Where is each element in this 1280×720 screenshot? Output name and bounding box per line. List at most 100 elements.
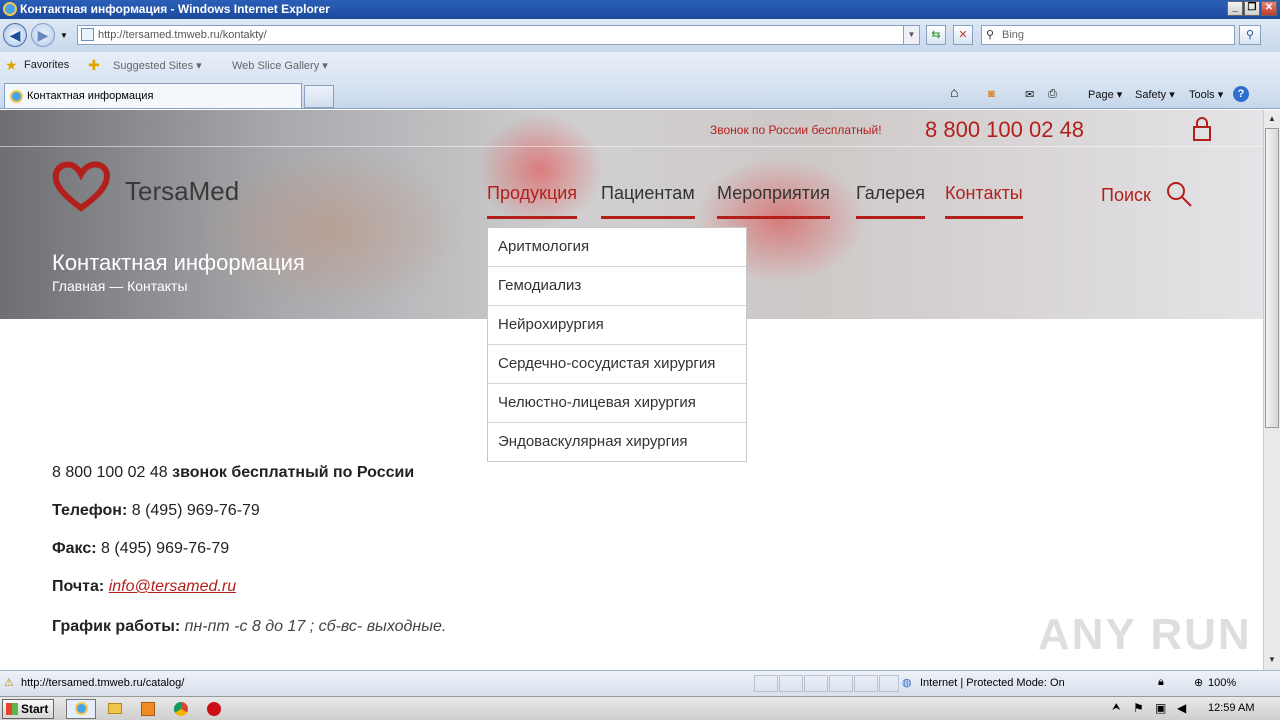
add-favorite-icon[interactable]: ✚ bbox=[88, 57, 100, 74]
status-url: http://tersamed.tmweb.ru/catalog/ bbox=[21, 677, 185, 689]
start-label: Start bbox=[21, 702, 49, 716]
taskbar-explorer-icon[interactable] bbox=[104, 699, 126, 719]
address-toolbar: ◀ ▶ ▼ http://tersamed.tmweb.ru/kontakty/… bbox=[0, 19, 1280, 52]
taskbar-chrome-icon[interactable] bbox=[170, 699, 192, 719]
back-button[interactable]: ◀ bbox=[3, 23, 27, 47]
taskbar-opera-icon[interactable] bbox=[203, 699, 225, 719]
search-input[interactable]: ⚲ Bing bbox=[981, 25, 1235, 45]
address-bar[interactable]: http://tersamed.tmweb.ru/kontakty/ ▼ bbox=[77, 25, 920, 45]
contact-hours: График работы: пн-пт -с 8 до 17 ; сб-вс-… bbox=[52, 618, 446, 636]
page-title: Контактная информация bbox=[52, 250, 305, 275]
dropdown-item-neurosurgery[interactable]: Нейрохирургия bbox=[488, 306, 746, 345]
zoom-icon: ⊕ bbox=[1194, 677, 1204, 689]
status-segment bbox=[804, 675, 828, 692]
dropdown-item-arrhythmology[interactable]: Аритмология bbox=[488, 228, 746, 267]
logo-heart-icon[interactable] bbox=[52, 160, 110, 212]
taskbar-media-icon[interactable] bbox=[137, 699, 159, 719]
contact-phone: Телефон: 8 (495) 969-76-79 bbox=[52, 502, 260, 520]
hours-value: пн-пт -с 8 до 17 ; сб-вс- выходные. bbox=[184, 618, 447, 635]
ie-logo-icon bbox=[3, 2, 17, 16]
contact-free-phone: 8 800 100 02 48 звонок бесплатный по Рос… bbox=[52, 464, 414, 482]
favorites-star-icon: ★ bbox=[5, 57, 18, 73]
nav-products[interactable]: Продукция bbox=[487, 183, 578, 219]
watermark-logo: ANY RUN bbox=[1038, 610, 1252, 659]
tray-volume-icon[interactable]: ◀ bbox=[1177, 701, 1186, 715]
phone-value: 8 (495) 969-76-79 bbox=[131, 502, 260, 519]
tray-expand-icon[interactable]: ⮝ bbox=[1112, 702, 1121, 713]
header-phone[interactable]: 8 800 100 02 48 bbox=[925, 117, 1084, 143]
search-link[interactable]: Поиск bbox=[1101, 185, 1151, 206]
close-window-button[interactable]: ✕ bbox=[1261, 1, 1277, 16]
feeds-icon[interactable]: ◙ bbox=[988, 88, 995, 100]
search-go-button[interactable]: ⚲ bbox=[1239, 25, 1261, 45]
lock-icon[interactable] bbox=[1192, 116, 1212, 142]
phone-label: Телефон: bbox=[52, 502, 128, 519]
scroll-down-icon[interactable]: ▼ bbox=[1265, 652, 1279, 668]
tools-menu[interactable]: Tools ▾ bbox=[1189, 88, 1223, 101]
security-zone[interactable]: Internet | Protected Mode: On bbox=[920, 677, 1065, 689]
dropdown-item-maxillofacial[interactable]: Челюстно-лицевая хирургия bbox=[488, 384, 746, 423]
nav-contacts[interactable]: Контакты bbox=[945, 183, 1023, 219]
dropdown-item-hemodialysis[interactable]: Гемодиализ bbox=[488, 267, 746, 306]
print-icon[interactable]: ⎙ bbox=[1048, 88, 1057, 101]
contact-email: Почта: info@tersamed.ru bbox=[52, 578, 236, 596]
history-dropdown-icon[interactable]: ▼ bbox=[60, 31, 68, 40]
page-menu[interactable]: Page ▾ bbox=[1088, 88, 1122, 101]
tray-network-icon[interactable]: ▣ bbox=[1155, 701, 1166, 715]
dropdown-item-cardiovascular[interactable]: Сердечно-сосудистая хирургия bbox=[488, 345, 746, 384]
products-dropdown: Аритмология Гемодиализ Нейрохирургия Сер… bbox=[487, 227, 747, 462]
start-button[interactable]: Start bbox=[2, 699, 54, 719]
dropdown-item-endovascular[interactable]: Эндоваскулярная хирургия bbox=[488, 423, 746, 461]
search-icon[interactable] bbox=[1165, 180, 1193, 208]
scroll-up-icon[interactable]: ▲ bbox=[1265, 111, 1279, 127]
system-clock[interactable]: 12:59 AM bbox=[1208, 702, 1254, 714]
logo-text[interactable]: TersaMed bbox=[125, 176, 239, 207]
read-mail-icon[interactable]: ✉ bbox=[1025, 88, 1034, 101]
refresh-button[interactable]: ⇆ bbox=[926, 25, 946, 45]
free-call-label: Звонок по России бесплатный! bbox=[710, 123, 882, 137]
tab-active[interactable]: Контактная информация bbox=[4, 83, 302, 108]
email-link[interactable]: info@tersamed.ru bbox=[109, 578, 236, 595]
maximize-button[interactable]: ❐ bbox=[1244, 1, 1260, 16]
stop-button[interactable]: ✕ bbox=[953, 25, 973, 45]
taskbar-ie-icon[interactable] bbox=[66, 699, 96, 719]
protected-mode-icon[interactable]: 🔒︎ bbox=[1158, 676, 1164, 689]
minimize-button[interactable]: _ bbox=[1227, 1, 1243, 16]
tab-title: Контактная информация bbox=[27, 90, 154, 102]
status-segment bbox=[854, 675, 878, 692]
home-icon[interactable]: ⌂ bbox=[950, 84, 958, 100]
forward-button[interactable]: ▶ bbox=[31, 23, 55, 47]
status-bar: ⚠ http://tersamed.tmweb.ru/catalog/ ◍ In… bbox=[0, 670, 1280, 696]
free-phone-value: 8 800 100 02 48 bbox=[52, 464, 168, 481]
help-icon[interactable]: ? bbox=[1233, 86, 1249, 102]
favorites-button[interactable]: Favorites bbox=[24, 59, 69, 71]
web-slice-gallery-label: Web Slice Gallery ▾ bbox=[232, 60, 328, 72]
windows-taskbar: Start ⮝ ⚑ ▣ ◀ 12:59 AM bbox=[0, 696, 1280, 720]
hours-label: График работы: bbox=[52, 618, 181, 635]
vertical-scrollbar[interactable]: ▲ ▼ bbox=[1263, 110, 1280, 670]
contact-fax: Факс: 8 (495) 969-76-79 bbox=[52, 540, 229, 558]
new-tab-button[interactable] bbox=[304, 85, 334, 108]
search-magnifier-icon: ⚲ bbox=[986, 29, 995, 41]
status-segment bbox=[779, 675, 803, 692]
suggested-sites-link[interactable]: Suggested Sites ▾ bbox=[113, 59, 202, 72]
tray-flag-icon[interactable]: ⚑ bbox=[1133, 701, 1144, 715]
page-viewport: Звонок по России бесплатный! 8 800 100 0… bbox=[0, 110, 1263, 670]
favorites-bar: ★ Favorites ✚ Suggested Sites ▾ Web Slic… bbox=[0, 52, 1280, 80]
nav-gallery[interactable]: Галерея bbox=[856, 183, 926, 219]
web-slice-gallery-link[interactable]: Web Slice Gallery ▾ bbox=[232, 59, 328, 72]
nav-patients[interactable]: Пациентам bbox=[601, 183, 695, 219]
fax-value: 8 (495) 969-76-79 bbox=[101, 540, 230, 557]
email-label: Почта: bbox=[52, 578, 105, 595]
window-titlebar: Контактная информация - Windows Internet… bbox=[0, 0, 1280, 19]
breadcrumb[interactable]: Главная — Контакты bbox=[52, 278, 188, 294]
status-segment bbox=[879, 675, 899, 692]
nav-events[interactable]: Мероприятия bbox=[717, 183, 830, 219]
status-segment bbox=[754, 675, 778, 692]
header-divider bbox=[0, 146, 1263, 147]
safety-menu[interactable]: Safety ▾ bbox=[1135, 88, 1175, 101]
address-dropdown-icon[interactable]: ▼ bbox=[903, 26, 919, 44]
zoom-level[interactable]: 100% bbox=[1208, 677, 1236, 689]
scrollbar-thumb[interactable] bbox=[1265, 128, 1279, 428]
window-title: Контактная информация - Windows Internet… bbox=[20, 2, 330, 16]
